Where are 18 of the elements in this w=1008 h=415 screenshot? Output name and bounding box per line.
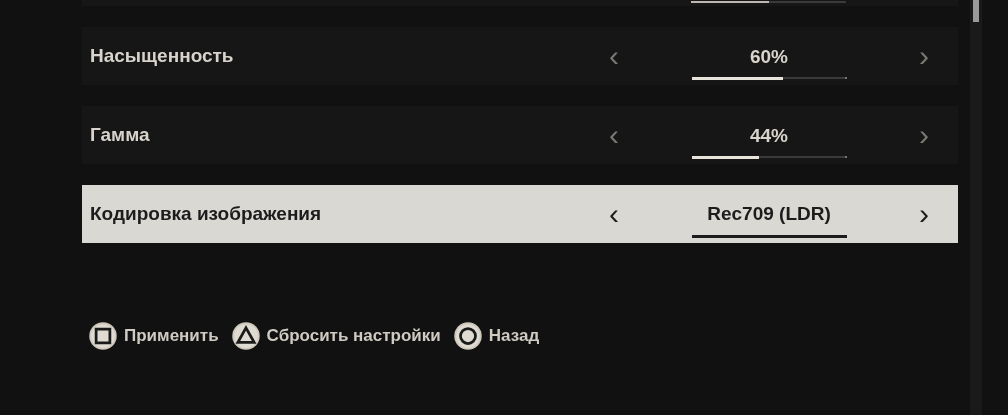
setting-row[interactable]: Насыщенность ‹ 60% ›	[82, 27, 958, 85]
setting-label: Насыщенность	[89, 43, 235, 68]
setting-value: 60%	[750, 44, 788, 69]
footer-action[interactable]: Сбросить настройки	[230, 321, 441, 351]
triangle-button-icon	[230, 321, 261, 351]
circle-button-icon	[452, 321, 483, 351]
setting-label: Гамма	[89, 122, 151, 147]
slider-track[interactable]	[691, 77, 847, 80]
square-button-icon	[88, 321, 118, 351]
footer-action[interactable]: Назад	[452, 321, 540, 351]
slider-track[interactable]	[691, 156, 847, 159]
setting-value: 44%	[750, 123, 788, 148]
setting-value: Rec709 (LDR)	[707, 202, 831, 227]
footer-action[interactable]: Применить	[88, 321, 219, 351]
scrollbar-thumb[interactable]	[973, 0, 979, 22]
setting-row[interactable]: Гамма ‹ 44% ›	[82, 106, 958, 164]
setting-row[interactable]: Кодировка изображения ‹ Rec709 (LDR) ›	[82, 185, 958, 243]
setting-label: Кодировка изображения	[89, 201, 323, 226]
